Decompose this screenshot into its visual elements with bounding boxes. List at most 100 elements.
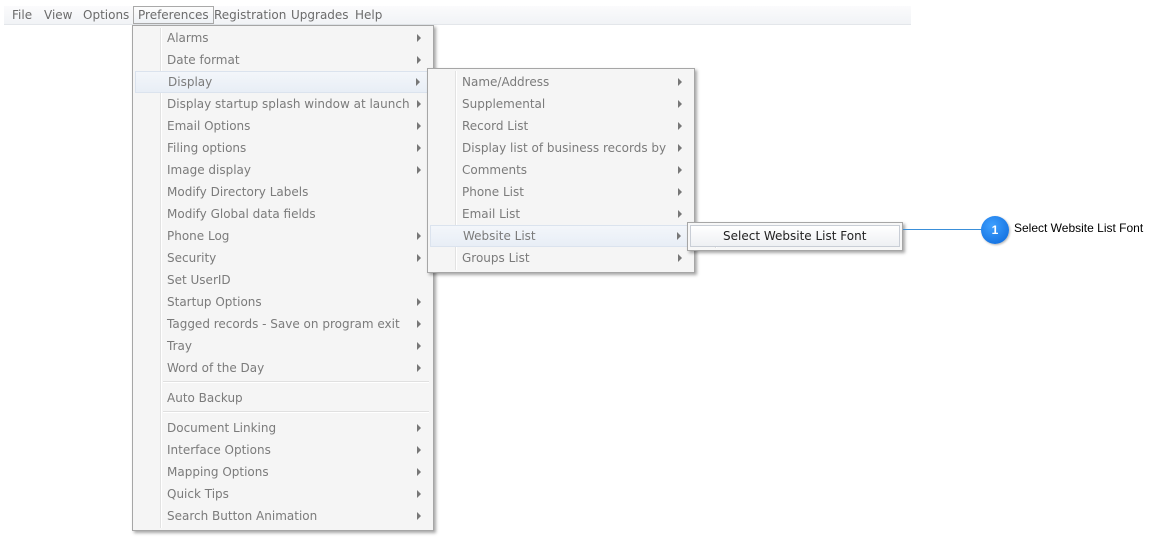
pref-tray[interactable]: Tray: [135, 335, 431, 357]
pref-image-display[interactable]: Image display: [135, 159, 431, 181]
pref-display-startup-splash-window-at-launch[interactable]: Display startup splash window at launch: [135, 93, 431, 115]
chevron-right-icon: [417, 232, 421, 240]
menu-item-label: Modify Directory Labels: [167, 185, 309, 199]
callout-text: Select Website List Font: [1014, 221, 1144, 235]
menu-registration[interactable]: Registration: [214, 6, 286, 24]
menu-item-label: Display list of business records by: [462, 141, 667, 155]
chevron-right-icon: [417, 34, 421, 42]
menu-item-label: Word of the Day: [167, 361, 265, 375]
pref-interface-options[interactable]: Interface Options: [135, 439, 431, 461]
chevron-right-icon: [678, 144, 682, 152]
chevron-right-icon: [416, 78, 420, 86]
menu-item-label: Name/Address: [462, 75, 550, 89]
menu-item-label: Tagged records - Save on program exit: [167, 317, 400, 331]
chevron-right-icon: [417, 320, 421, 328]
menu-item-label: Alarms: [167, 31, 209, 45]
menu-item-label: Comments: [462, 163, 528, 177]
menu-item-label: Interface Options: [167, 443, 271, 457]
menu-item-label: Set UserID: [167, 273, 231, 287]
display-name-address[interactable]: Name/Address: [430, 71, 692, 93]
menu-item-label: Phone List: [462, 185, 524, 199]
pref-filing-options[interactable]: Filing options: [135, 137, 431, 159]
menu-item-label: Filing options: [167, 141, 247, 155]
chevron-right-icon: [417, 512, 421, 520]
chevron-right-icon: [417, 100, 421, 108]
display-phone-list[interactable]: Phone List: [430, 181, 692, 203]
menu-bar: File View Options Preferences Registrati…: [4, 6, 911, 25]
menu-item-label: Select Website List Font: [723, 229, 867, 243]
menu-item-label: Mapping Options: [167, 465, 269, 479]
menu-file[interactable]: File: [12, 6, 32, 24]
menu-item-label: Groups List: [462, 251, 530, 265]
menu-view[interactable]: View: [44, 6, 72, 24]
chevron-right-icon: [678, 188, 682, 196]
pref-email-options[interactable]: Email Options: [135, 115, 431, 137]
website-list-submenu: Select Website List Font: [687, 222, 903, 251]
chevron-right-icon: [678, 210, 682, 218]
menu-item-label: Email Options: [167, 119, 251, 133]
pref-auto-backup[interactable]: Auto Backup: [135, 387, 431, 409]
menu-item-label: Phone Log: [167, 229, 230, 243]
menu-item-label: Tray: [167, 339, 192, 353]
menu-item-label: Record List: [462, 119, 529, 133]
menu-separator: [163, 411, 429, 413]
display-email-list[interactable]: Email List: [430, 203, 692, 225]
display-comments[interactable]: Comments: [430, 159, 692, 181]
pref-security[interactable]: Security: [135, 247, 431, 269]
menu-preferences[interactable]: Preferences: [133, 6, 214, 24]
pref-alarms[interactable]: Alarms: [135, 27, 431, 49]
chevron-right-icon: [417, 424, 421, 432]
chevron-right-icon: [678, 254, 682, 262]
display-website-list[interactable]: Website List: [430, 225, 692, 247]
pref-modify-directory-labels[interactable]: Modify Directory Labels: [135, 181, 431, 203]
pref-quick-tips[interactable]: Quick Tips: [135, 483, 431, 505]
chevron-right-icon: [677, 232, 681, 240]
menu-item-label: Supplemental: [462, 97, 546, 111]
pref-word-of-the-day[interactable]: Word of the Day: [135, 357, 431, 379]
display-display-list-of-business-records-by[interactable]: Display list of business records by: [430, 137, 692, 159]
pref-mapping-options[interactable]: Mapping Options: [135, 461, 431, 483]
chevron-right-icon: [678, 78, 682, 86]
chevron-right-icon: [417, 56, 421, 64]
menu-item-label: Image display: [167, 163, 252, 177]
chevron-right-icon: [417, 364, 421, 372]
chevron-right-icon: [417, 122, 421, 130]
chevron-right-icon: [417, 144, 421, 152]
menu-item-label: Document Linking: [167, 421, 277, 435]
pref-date-format[interactable]: Date format: [135, 49, 431, 71]
chevron-right-icon: [417, 298, 421, 306]
menu-item-label: Quick Tips: [167, 487, 229, 501]
pref-phone-log[interactable]: Phone Log: [135, 225, 431, 247]
chevron-right-icon: [678, 100, 682, 108]
display-supplemental[interactable]: Supplemental: [430, 93, 692, 115]
chevron-right-icon: [678, 122, 682, 130]
preferences-menu: Alarms Date format Display Display startup …: [132, 25, 434, 531]
menu-item-label: Auto Backup: [167, 391, 243, 405]
callout-line: [903, 229, 983, 230]
menu-separator: [163, 381, 429, 383]
menu-upgrades[interactable]: Upgrades: [291, 6, 349, 24]
display-record-list[interactable]: Record List: [430, 115, 692, 137]
pref-modify-global-data-fields[interactable]: Modify Global data fields: [135, 203, 431, 225]
pref-startup-options[interactable]: Startup Options: [135, 291, 431, 313]
callout-badge: 1: [981, 216, 1009, 244]
chevron-right-icon: [417, 490, 421, 498]
chevron-right-icon: [417, 342, 421, 350]
website-select-website-list-font[interactable]: Select Website List Font: [690, 225, 900, 247]
pref-tagged-records-save-on-program-exit[interactable]: Tagged records - Save on program exit: [135, 313, 431, 335]
menu-options[interactable]: Options: [83, 6, 129, 24]
chevron-right-icon: [417, 468, 421, 476]
menu-item-label: Display: [168, 75, 213, 89]
chevron-right-icon: [678, 166, 682, 174]
chevron-right-icon: [417, 254, 421, 262]
menu-item-label: Display startup splash window at launch: [167, 97, 410, 111]
menu-help[interactable]: Help: [355, 6, 382, 24]
pref-set-userid[interactable]: Set UserID: [135, 269, 431, 291]
pref-display[interactable]: Display: [135, 71, 431, 93]
menu-item-label: Date format: [167, 53, 240, 67]
chevron-right-icon: [417, 166, 421, 174]
pref-search-button-animation[interactable]: Search Button Animation: [135, 505, 431, 527]
pref-document-linking[interactable]: Document Linking: [135, 417, 431, 439]
menu-item-label: Modify Global data fields: [167, 207, 316, 221]
display-groups-list[interactable]: Groups List: [430, 247, 692, 269]
